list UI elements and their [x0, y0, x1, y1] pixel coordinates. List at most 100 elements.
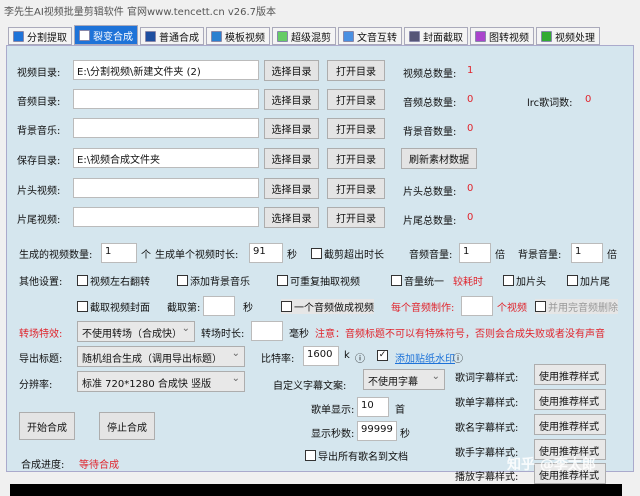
watermark-link[interactable]: 添加贴纸水印 — [395, 350, 455, 365]
tab-bar: 分割提取 裂变合成 普通合成 模板视频 超级混剪 文音互转 封面截取 图转视频 视频处理 — [8, 25, 600, 45]
open-dir-button[interactable]: 打开目录 — [327, 178, 385, 199]
count-label: 生成的视频数量: — [19, 250, 93, 261]
tab-5[interactable]: 文音互转 — [338, 27, 402, 45]
transition-dur-input[interactable] — [251, 321, 283, 341]
progress-value: 等待合成 — [79, 460, 119, 471]
add-head-checkbox[interactable]: 加片头 — [503, 273, 546, 288]
choose-dir-button[interactable]: 选择目录 — [264, 207, 319, 228]
choose-dir-button[interactable]: 选择目录 — [264, 89, 319, 110]
open-dir-button[interactable]: 打开目录 — [327, 207, 385, 228]
checkbox[interactable] — [503, 275, 514, 286]
checkbox[interactable] — [281, 301, 292, 312]
checkbox[interactable] — [177, 275, 188, 286]
show-secs-input[interactable]: 99999 — [357, 421, 397, 441]
tab-8[interactable]: 视频处理 — [536, 27, 600, 45]
tab-1[interactable]: 裂变合成 — [74, 25, 138, 45]
choose-dir-button[interactable]: 选择目录 — [264, 60, 319, 81]
checkbox[interactable] — [77, 275, 88, 286]
choose-dir-button[interactable]: 选择目录 — [264, 178, 319, 199]
unit: 毫秒 — [289, 329, 309, 340]
dir-label: 片头视频: — [17, 186, 61, 197]
checkbox-label: 可重复抽取视频 — [290, 277, 360, 288]
style-label: 歌名字幕样式: — [455, 423, 519, 434]
playlist-label: 歌单显示: — [311, 405, 355, 416]
cut-at-label: 截取第: — [167, 303, 201, 314]
watermark-checkbox[interactable]: ✓ — [377, 350, 390, 361]
dir-input[interactable] — [73, 89, 259, 109]
checkbox-label: 截剪超出时长 — [324, 250, 384, 261]
unit: 秒 — [287, 250, 297, 261]
one-audio-checkbox[interactable]: 一个音频做成视频 — [281, 299, 374, 314]
checkbox[interactable] — [277, 275, 288, 286]
tab-7[interactable]: 图转视频 — [470, 27, 534, 45]
tab-6[interactable]: 封面截取 — [404, 27, 468, 45]
fission-panel: 视频目录: E:\分割视频\新建文件夹 (2) 选择目录 打开目录 视频总数量: 1 音频目… — [6, 45, 634, 484]
dir-label: 视频目录: — [17, 68, 61, 79]
delete-used-checkbox[interactable]: 并用完音频删除 — [535, 299, 618, 314]
tab-label: 分割提取 — [27, 32, 67, 44]
other-label: 其他设置: — [19, 277, 63, 288]
tab-3[interactable]: 模板视频 — [206, 27, 270, 45]
style-select[interactable]: 使用推荐样式 — [534, 389, 606, 410]
vol-unify-checkbox[interactable]: 音量统一 — [391, 273, 444, 288]
unit: 秒 — [400, 429, 410, 440]
dur-input[interactable]: 91 — [249, 243, 283, 263]
checkbox[interactable] — [305, 450, 316, 461]
tab-0[interactable]: 分割提取 — [8, 27, 72, 45]
cut-over-checkbox[interactable]: 截剪超出时长 — [311, 246, 384, 261]
stat-value: 1 — [467, 65, 474, 76]
image-icon — [409, 30, 420, 42]
subtitle-select[interactable]: 不使用字幕 — [363, 369, 445, 390]
stat-value: 0 — [467, 94, 474, 105]
tab-label: 图转视频 — [489, 32, 529, 44]
repeat-checkbox[interactable]: 可重复抽取视频 — [277, 273, 360, 288]
playlist-input[interactable]: 10 — [357, 397, 389, 417]
checkbox-label: 导出所有歌名到文档 — [318, 452, 408, 463]
stop-button[interactable]: 停止合成 — [99, 412, 155, 440]
resolution-select[interactable]: 标准 720*1280 合成快 竖版 — [77, 371, 245, 392]
open-dir-button[interactable]: 打开目录 — [327, 89, 385, 110]
slow-note: 较耗时 — [453, 277, 483, 288]
slideshow-icon — [475, 30, 486, 42]
dir-input[interactable] — [73, 118, 259, 138]
export-title-select[interactable]: 随机组合生成（调用导出标题） — [77, 346, 245, 367]
bg-vol-input[interactable]: 1 — [571, 243, 603, 263]
flip-checkbox[interactable]: 视频左右翻转 — [77, 273, 150, 288]
open-dir-button[interactable]: 打开目录 — [327, 148, 385, 169]
add-bg-checkbox[interactable]: 添加背景音乐 — [177, 273, 250, 288]
dir-input[interactable]: E:\分割视频\新建文件夹 (2) — [73, 60, 259, 80]
checkbox[interactable] — [567, 275, 578, 286]
dir-input[interactable]: E:\视频合成文件夹 — [73, 148, 259, 168]
audio-vol-input[interactable]: 1 — [459, 243, 491, 263]
choose-dir-button[interactable]: 选择目录 — [264, 148, 319, 169]
bitrate-input[interactable]: 1600 — [303, 346, 339, 366]
checkbox[interactable] — [535, 301, 546, 312]
cut-at-input[interactable] — [203, 296, 235, 316]
refresh-button[interactable]: 刷新素材数据 — [401, 148, 477, 169]
tab-label: 裂变合成 — [93, 31, 133, 43]
tab-4[interactable]: 超级混剪 — [272, 27, 336, 45]
window-title: 李先生AI视频批量剪辑软件 官网www.tencett.cn v26.7版本 — [4, 7, 277, 18]
checkbox[interactable] — [391, 275, 402, 286]
zhihu-watermark: 知乎 @李太郎 — [507, 457, 596, 473]
dir-input[interactable] — [73, 178, 259, 198]
add-tail-checkbox[interactable]: 加片尾 — [567, 273, 610, 288]
tab-2[interactable]: 普通合成 — [140, 27, 204, 45]
count-input[interactable]: 1 — [101, 243, 137, 263]
choose-dir-button[interactable]: 选择目录 — [264, 118, 319, 139]
open-dir-button[interactable]: 打开目录 — [327, 118, 385, 139]
log-area — [10, 484, 622, 496]
cover-checkbox[interactable]: 截取视频封面 — [77, 299, 150, 314]
checkbox[interactable] — [311, 248, 322, 259]
transition-select[interactable]: 不使用转场（合成快） — [77, 321, 195, 342]
dir-input[interactable] — [73, 207, 259, 227]
style-select[interactable]: 使用推荐样式 — [534, 364, 606, 385]
per-audio-input[interactable] — [461, 296, 493, 316]
style-select[interactable]: 使用推荐样式 — [534, 414, 606, 435]
start-button[interactable]: 开始合成 — [19, 412, 75, 440]
checkbox[interactable]: ✓ — [377, 350, 388, 361]
export-names-checkbox[interactable]: 导出所有歌名到文档 — [305, 448, 408, 463]
fission-icon — [79, 29, 90, 41]
open-dir-button[interactable]: 打开目录 — [327, 60, 385, 81]
checkbox[interactable] — [77, 301, 88, 312]
